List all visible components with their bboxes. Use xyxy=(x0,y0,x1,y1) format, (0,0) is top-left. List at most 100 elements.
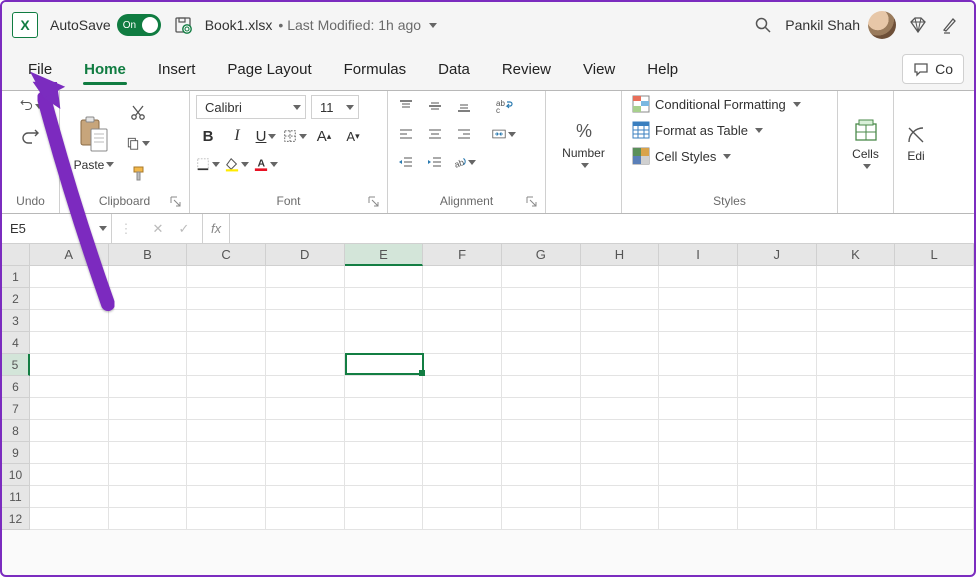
cell[interactable] xyxy=(581,464,660,486)
cell[interactable] xyxy=(266,332,345,354)
cell[interactable] xyxy=(187,266,266,288)
cell[interactable] xyxy=(659,486,738,508)
cell[interactable] xyxy=(659,508,738,530)
column-header[interactable]: F xyxy=(423,244,502,266)
tab-view[interactable]: View xyxy=(567,51,631,87)
font-name-select[interactable]: Calibri xyxy=(196,95,306,119)
paste-button[interactable]: Paste xyxy=(66,115,122,172)
cell[interactable] xyxy=(345,332,424,354)
cell[interactable] xyxy=(895,288,974,310)
cell[interactable] xyxy=(345,398,424,420)
dialog-launcher-icon[interactable] xyxy=(525,195,539,209)
cell[interactable] xyxy=(581,442,660,464)
cell[interactable] xyxy=(502,508,581,530)
cell[interactable] xyxy=(659,310,738,332)
cell[interactable] xyxy=(895,354,974,376)
cell[interactable] xyxy=(817,398,896,420)
cell[interactable] xyxy=(502,376,581,398)
tab-formulas[interactable]: Formulas xyxy=(328,51,423,87)
cell[interactable] xyxy=(659,266,738,288)
cell[interactable] xyxy=(423,420,502,442)
row-header[interactable]: 12 xyxy=(2,508,30,530)
copy-button[interactable] xyxy=(126,132,150,154)
search-icon[interactable] xyxy=(753,15,773,35)
cell[interactable] xyxy=(423,310,502,332)
cell[interactable] xyxy=(109,442,188,464)
cell[interactable] xyxy=(187,420,266,442)
cell[interactable] xyxy=(581,398,660,420)
cell[interactable] xyxy=(345,420,424,442)
cell[interactable] xyxy=(738,486,817,508)
column-header[interactable]: E xyxy=(345,244,424,266)
align-right-button[interactable] xyxy=(452,123,476,145)
cell[interactable] xyxy=(345,310,424,332)
cell[interactable] xyxy=(30,486,109,508)
cell[interactable] xyxy=(817,354,896,376)
cell[interactable] xyxy=(817,486,896,508)
row-header[interactable]: 7 xyxy=(2,398,30,420)
cell[interactable] xyxy=(30,442,109,464)
cell[interactable] xyxy=(109,266,188,288)
cell[interactable] xyxy=(423,266,502,288)
row-header[interactable]: 9 xyxy=(2,442,30,464)
cell[interactable] xyxy=(895,332,974,354)
cell[interactable] xyxy=(738,332,817,354)
cell[interactable] xyxy=(895,508,974,530)
cell[interactable] xyxy=(895,420,974,442)
top-align-button[interactable] xyxy=(394,95,418,117)
cell[interactable] xyxy=(423,332,502,354)
cell[interactable] xyxy=(817,288,896,310)
cell[interactable] xyxy=(423,464,502,486)
cell[interactable] xyxy=(895,442,974,464)
cell[interactable] xyxy=(30,464,109,486)
cell[interactable] xyxy=(187,376,266,398)
cell[interactable] xyxy=(187,486,266,508)
bold-button[interactable]: B xyxy=(196,125,220,147)
cell[interactable] xyxy=(502,486,581,508)
column-header[interactable]: D xyxy=(266,244,345,266)
cell[interactable] xyxy=(659,354,738,376)
dialog-launcher-icon[interactable] xyxy=(367,195,381,209)
wrap-text-button[interactable]: abc xyxy=(492,95,516,117)
cell[interactable] xyxy=(30,376,109,398)
tab-home[interactable]: Home xyxy=(68,51,142,87)
column-header[interactable]: L xyxy=(895,244,974,266)
cell[interactable] xyxy=(266,310,345,332)
cell[interactable] xyxy=(345,266,424,288)
cell[interactable] xyxy=(109,310,188,332)
cell[interactable] xyxy=(423,376,502,398)
cell[interactable] xyxy=(345,442,424,464)
document-title[interactable]: Book1.xlsx • Last Modified: 1h ago xyxy=(205,17,437,33)
formula-input[interactable] xyxy=(230,214,974,243)
select-all-corner[interactable] xyxy=(2,244,30,266)
cell[interactable] xyxy=(581,266,660,288)
cell[interactable] xyxy=(109,332,188,354)
cell[interactable] xyxy=(502,288,581,310)
italic-button[interactable]: I xyxy=(225,125,249,147)
cell[interactable] xyxy=(738,310,817,332)
cell[interactable] xyxy=(30,266,109,288)
cell[interactable] xyxy=(895,310,974,332)
font-size-select[interactable]: 11 xyxy=(311,95,359,119)
cut-button[interactable] xyxy=(126,102,150,124)
cell[interactable] xyxy=(423,398,502,420)
cell[interactable] xyxy=(30,288,109,310)
cell[interactable] xyxy=(109,376,188,398)
cell[interactable] xyxy=(109,288,188,310)
cell[interactable] xyxy=(817,266,896,288)
cell[interactable] xyxy=(266,376,345,398)
undo-button[interactable] xyxy=(19,95,43,117)
cell[interactable] xyxy=(659,288,738,310)
format-painter-button[interactable] xyxy=(126,162,150,184)
row-header[interactable]: 1 xyxy=(2,266,30,288)
increase-indent-button[interactable] xyxy=(423,151,447,173)
draw-pen-icon[interactable] xyxy=(940,15,960,35)
column-header[interactable]: H xyxy=(581,244,660,266)
row-header[interactable]: 10 xyxy=(2,464,30,486)
tab-page-layout[interactable]: Page Layout xyxy=(211,51,327,87)
cell[interactable] xyxy=(581,310,660,332)
column-header[interactable]: C xyxy=(187,244,266,266)
tab-help[interactable]: Help xyxy=(631,51,694,87)
cell[interactable] xyxy=(187,310,266,332)
cell[interactable] xyxy=(30,354,109,376)
